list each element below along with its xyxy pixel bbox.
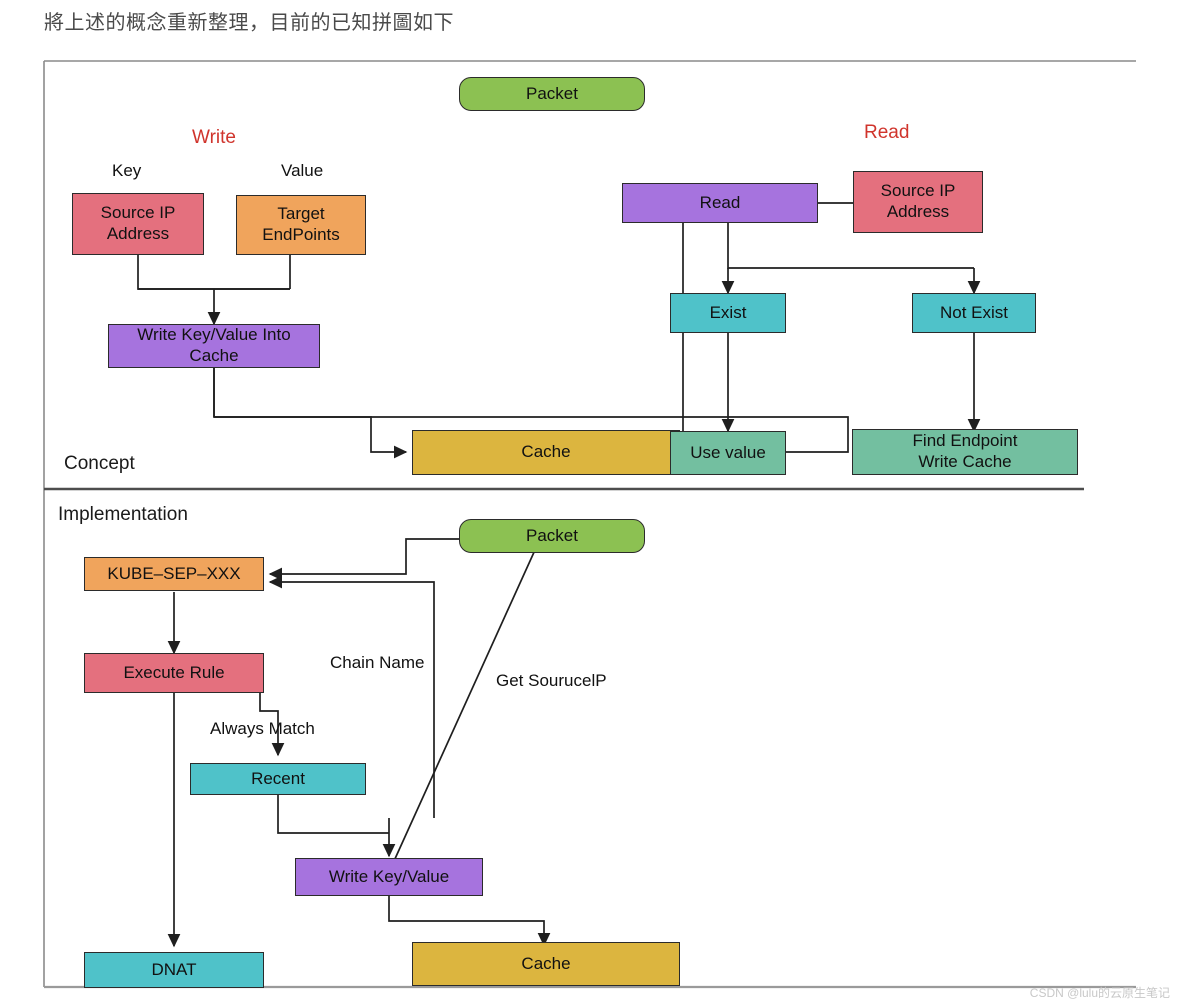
impl-node-dnat: DNAT bbox=[84, 952, 264, 988]
impl-node-kube-sep-xxx-label: KUBE–SEP–XXX bbox=[107, 563, 241, 583]
impl-edge-label-always-match: Always Match bbox=[210, 719, 315, 738]
impl-node-packet: Packet bbox=[459, 519, 645, 553]
concept-node-target-endpoints-label: Target EndPoints bbox=[262, 204, 340, 244]
concept-node-exist: Exist bbox=[670, 293, 786, 333]
concept-node-read-label: Read bbox=[699, 192, 741, 212]
impl-node-dnat-label: DNAT bbox=[151, 959, 197, 979]
page-title: 將上述的概念重新整理，目前的已知拼圖如下 bbox=[44, 12, 454, 34]
concept-node-use-value-label: Use value bbox=[690, 442, 766, 462]
impl-edge-label-chain-name: Chain Name bbox=[330, 653, 425, 672]
concept-node-source-ip-write-label: Source IP Address bbox=[100, 203, 176, 243]
concept-node-source-ip-write: Source IP Address bbox=[72, 193, 204, 255]
impl-node-cache: Cache bbox=[412, 942, 680, 986]
concept-node-read: Read bbox=[622, 183, 818, 223]
concept-node-cache-label: Cache bbox=[521, 442, 571, 462]
impl-node-write-key-value-label: Write Key/Value bbox=[328, 866, 450, 886]
impl-node-cache-label: Cache bbox=[521, 953, 571, 973]
concept-node-cache: Cache bbox=[412, 430, 680, 475]
impl-node-recent: Recent bbox=[190, 763, 366, 795]
concept-field-label-key: Key bbox=[112, 161, 142, 180]
concept-node-source-ip-read: Source IP Address bbox=[853, 171, 983, 233]
concept-node-not-exist: Not Exist bbox=[912, 293, 1036, 333]
watermark: CSDN @lulu的云原生笔记 bbox=[1029, 986, 1170, 1000]
concept-node-target-endpoints: Target EndPoints bbox=[236, 195, 366, 255]
impl-node-execute-rule-label: Execute Rule bbox=[123, 662, 225, 682]
diagram-frame: Concept Packet Write Read Key Value Sour… bbox=[43, 60, 1136, 989]
concept-group-label-read: Read bbox=[864, 122, 910, 143]
concept-node-packet: Packet bbox=[459, 77, 645, 111]
concept-node-not-exist-label: Not Exist bbox=[939, 302, 1009, 322]
concept-field-label-value: Value bbox=[281, 161, 324, 180]
impl-node-packet-label: Packet bbox=[526, 525, 578, 545]
impl-node-recent-label: Recent bbox=[251, 768, 305, 788]
impl-edge-label-get-sourceip: Get SourucelP bbox=[496, 671, 607, 690]
impl-node-write-key-value: Write Key/Value bbox=[295, 858, 483, 896]
concept-node-use-value: Use value bbox=[670, 431, 786, 475]
section-label-concept: Concept bbox=[64, 453, 135, 474]
concept-node-find-endpoint: Find Endpoint Write Cache bbox=[852, 429, 1078, 475]
impl-node-execute-rule: Execute Rule bbox=[84, 653, 264, 693]
concept-node-write-kv-into-cache-label: Write Key/Value Into Cache bbox=[137, 325, 291, 365]
concept-node-write-kv-into-cache: Write Key/Value Into Cache bbox=[108, 324, 320, 368]
concept-node-exist-label: Exist bbox=[709, 302, 747, 322]
impl-node-kube-sep-xxx: KUBE–SEP–XXX bbox=[84, 557, 264, 591]
concept-group-label-write: Write bbox=[192, 127, 236, 148]
concept-node-find-endpoint-label: Find Endpoint Write Cache bbox=[912, 431, 1018, 471]
section-label-implementation: Implementation bbox=[58, 504, 188, 525]
concept-node-source-ip-read-label: Source IP Address bbox=[880, 181, 956, 221]
concept-node-packet-label: Packet bbox=[526, 83, 578, 103]
